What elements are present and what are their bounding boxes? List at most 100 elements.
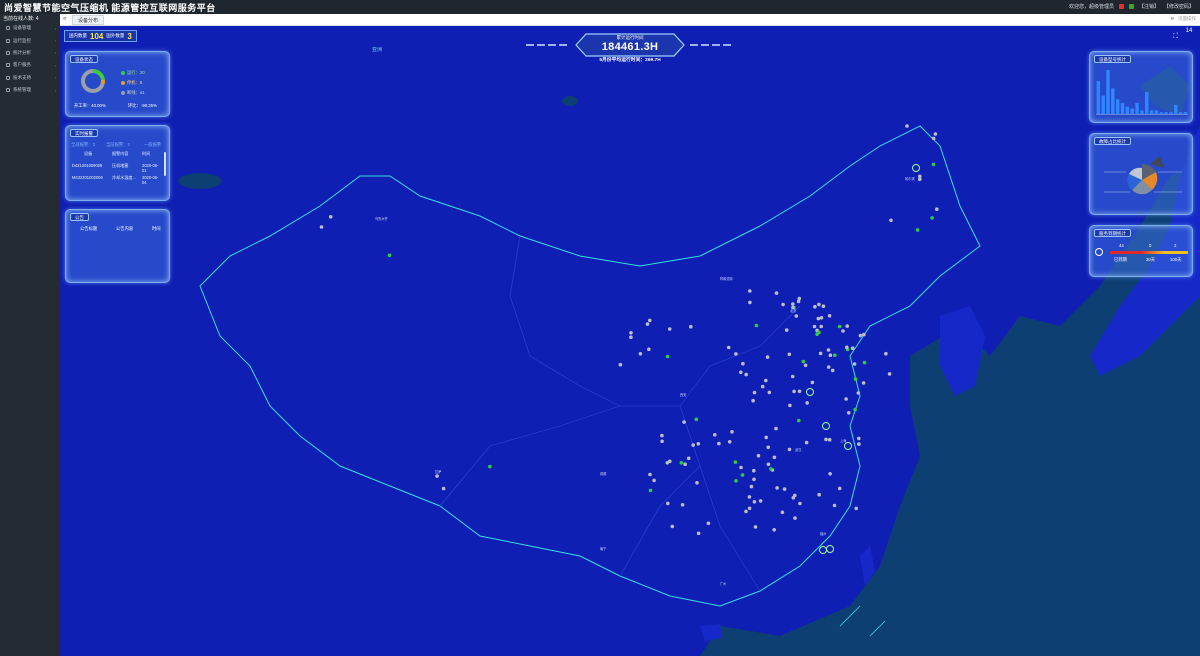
device-marker[interactable] [812, 324, 817, 329]
device-marker[interactable] [754, 323, 759, 328]
device-marker[interactable] [629, 331, 633, 335]
device-marker[interactable] [734, 479, 738, 483]
device-marker[interactable] [915, 228, 920, 232]
device-marker[interactable] [767, 390, 772, 395]
filter-current-alarms[interactable]: 当前报警：3 [106, 142, 130, 148]
device-marker[interactable] [787, 447, 792, 452]
device-marker[interactable] [788, 403, 792, 408]
device-marker[interactable] [734, 352, 738, 356]
device-marker[interactable] [826, 348, 831, 352]
device-marker[interactable] [696, 442, 701, 446]
device-marker[interactable] [792, 389, 796, 394]
logout-link[interactable]: 【注销】 [1139, 3, 1159, 10]
alarm-marker[interactable] [826, 545, 834, 553]
device-marker[interactable] [726, 345, 731, 350]
device-marker[interactable] [818, 351, 823, 356]
device-marker[interactable] [791, 302, 795, 306]
device-marker[interactable] [935, 207, 939, 211]
device-marker[interactable] [756, 453, 761, 458]
device-marker[interactable] [706, 521, 711, 526]
device-marker[interactable] [713, 433, 717, 437]
device-marker[interactable] [638, 352, 643, 356]
device-marker[interactable] [660, 439, 664, 444]
device-marker[interactable] [744, 372, 748, 377]
device-marker[interactable] [775, 486, 779, 490]
device-marker[interactable] [905, 124, 909, 128]
message-icon[interactable] [1118, 4, 1124, 9]
device-marker[interactable] [824, 437, 828, 442]
device-marker[interactable] [782, 487, 787, 491]
device-marker[interactable] [784, 328, 789, 332]
device-marker[interactable] [816, 316, 821, 321]
table-row[interactable]: D421201009005 压机堵塞 2020-06-01 [72, 163, 166, 175]
china-map-view[interactable]: 亚洲 乌鲁木齐 呼和浩特 北京 西安 成都 拉萨 武汉 上海 福州 广州 南宁 … [60, 26, 1200, 656]
device-marker[interactable] [766, 462, 771, 467]
device-marker[interactable] [850, 346, 855, 351]
device-marker[interactable] [918, 177, 922, 181]
device-marker[interactable] [660, 433, 664, 438]
device-marker[interactable] [827, 437, 832, 442]
fullscreen-icon[interactable]: ⛶ [1173, 33, 1178, 41]
device-marker[interactable] [695, 481, 699, 485]
device-marker[interactable] [668, 459, 672, 464]
device-marker[interactable] [856, 391, 861, 395]
device-marker[interactable] [764, 435, 768, 440]
device-marker[interactable] [758, 499, 763, 503]
device-marker[interactable] [790, 374, 795, 379]
device-marker[interactable] [857, 436, 861, 441]
device-marker[interactable] [764, 378, 768, 383]
sidebar-item-monitoring[interactable]: 运行监控 › [0, 34, 60, 46]
device-marker[interactable] [730, 430, 734, 434]
device-marker[interactable] [765, 355, 770, 359]
notification-icon[interactable] [1128, 4, 1134, 9]
device-marker[interactable] [648, 472, 652, 477]
tab-scroll-right-icon[interactable]: » [1171, 16, 1174, 22]
device-marker[interactable] [319, 225, 324, 229]
device-marker[interactable] [803, 363, 808, 368]
device-marker[interactable] [854, 506, 858, 511]
device-marker[interactable] [797, 389, 802, 394]
device-marker[interactable] [845, 324, 849, 328]
filter-all-alarms[interactable]: 全部报警：3 [71, 142, 95, 148]
device-marker[interactable] [772, 455, 777, 460]
device-marker[interactable] [862, 360, 867, 365]
device-marker[interactable] [819, 324, 823, 329]
device-marker[interactable] [680, 503, 685, 507]
device-marker[interactable] [801, 359, 806, 364]
device-marker[interactable] [618, 362, 623, 367]
device-marker[interactable] [691, 443, 695, 447]
device-marker[interactable] [833, 353, 837, 358]
device-marker[interactable] [666, 501, 670, 506]
device-marker[interactable] [930, 216, 934, 220]
device-marker[interactable] [741, 361, 745, 366]
device-marker[interactable] [648, 488, 653, 493]
device-marker[interactable] [791, 496, 796, 500]
sidebar-item-customer-service[interactable]: 客户服务 › [0, 59, 60, 71]
device-marker[interactable] [751, 398, 755, 403]
device-marker[interactable] [748, 300, 752, 305]
device-marker[interactable] [752, 477, 756, 482]
alarm-marker[interactable] [806, 388, 814, 396]
device-marker[interactable] [787, 352, 792, 357]
device-marker[interactable] [488, 464, 492, 469]
tab-device-distribution[interactable]: 设备分布 [72, 15, 105, 25]
tab-scroll-left-icon[interactable]: « [63, 16, 66, 22]
device-marker[interactable] [766, 445, 770, 450]
device-marker[interactable] [739, 465, 743, 470]
device-marker[interactable] [931, 136, 936, 141]
device-marker[interactable] [683, 462, 687, 467]
filter-general-alarms[interactable]: 一般报警 [144, 142, 161, 148]
device-marker[interactable] [629, 335, 633, 340]
sidebar-item-device-management[interactable]: 设备管理 › [0, 22, 60, 34]
device-marker[interactable] [853, 377, 858, 381]
device-marker[interactable] [837, 324, 842, 329]
device-marker[interactable] [826, 365, 831, 369]
device-marker[interactable] [769, 467, 773, 471]
device-marker[interactable] [670, 524, 675, 529]
device-marker[interactable] [832, 503, 837, 508]
device-marker[interactable] [682, 420, 686, 424]
device-marker[interactable] [846, 411, 851, 415]
device-marker[interactable] [853, 407, 857, 412]
device-marker[interactable] [931, 162, 936, 167]
device-marker[interactable] [679, 461, 684, 465]
